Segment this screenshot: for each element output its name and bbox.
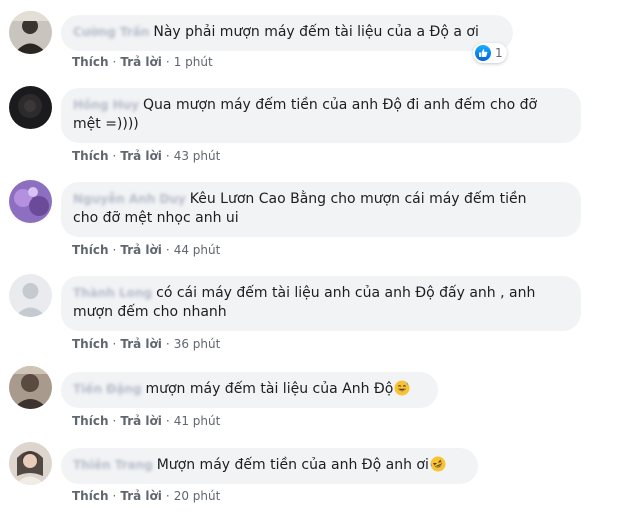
separator-dot: · [165, 337, 170, 351]
comment-text-line-1: Qua mượn máy đếm tiền của anh Độ đi anh … [143, 97, 538, 113]
comment-text: Mượn máy đếm tiền của anh Độ anh ơi [156, 457, 429, 473]
comment-actions: Thích · Trả lời · 20 phút [72, 488, 220, 504]
comment-actions: Thích · Trả lời · 1 phút [72, 54, 213, 70]
comment-author[interactable]: Hồng Huy [73, 96, 139, 115]
like-link[interactable]: Thích [72, 149, 109, 163]
comment-text-line-2: cho đỡ mệt nhọc anh ui [73, 210, 239, 226]
reply-link[interactable]: Trả lời [120, 55, 162, 69]
avatar[interactable] [9, 86, 52, 129]
comment-text-line-1: có cái máy đếm tài liệu anh của anh Độ đ… [156, 285, 536, 301]
separator-dot: · [112, 149, 117, 163]
comment-timestamp[interactable]: 36 phút [174, 337, 221, 351]
comment-text: mượn máy đếm tài liệu của Anh Độ [145, 381, 394, 397]
comment-bubble: Tiến Đặng mượn máy đếm tài liệu của Anh Đ… [61, 372, 438, 408]
separator-dot: · [165, 55, 170, 69]
avatar[interactable] [9, 442, 52, 485]
reaction-count-badge[interactable]: 1 [473, 43, 507, 63]
comment-bubble: Thiên Trang Mượn máy đếm tiền của anh Độ … [61, 448, 478, 484]
like-link[interactable]: Thích [72, 337, 109, 351]
separator-dot: · [112, 414, 117, 428]
separator-dot: · [165, 149, 170, 163]
separator-dot: · [112, 337, 117, 351]
comment-text-line-1: Kêu Lươn Cao Bằng cho mượn cái máy đếm t… [189, 191, 527, 207]
reply-link[interactable]: Trả lời [120, 489, 162, 503]
comment-text-line-2: mệt =)))) [73, 116, 139, 132]
comment-actions: Thích · Trả lời · 41 phút [72, 413, 220, 429]
comment-bubble: Cường Trần Này phải mượn máy đếm tài liệu… [61, 15, 513, 51]
rolling-laughing-emoji-icon [430, 456, 446, 472]
grinning-sweat-emoji-icon [394, 380, 410, 396]
like-link[interactable]: Thích [72, 55, 109, 69]
reply-link[interactable]: Trả lời [120, 337, 162, 351]
like-link[interactable]: Thích [72, 243, 109, 257]
comment-timestamp[interactable]: 41 phút [174, 414, 221, 428]
separator-dot: · [112, 489, 117, 503]
separator-dot: · [112, 243, 117, 257]
avatar[interactable] [9, 11, 52, 54]
comment-author[interactable]: Nguyễn Anh Duy [73, 190, 186, 209]
like-link[interactable]: Thích [72, 489, 109, 503]
comment-timestamp[interactable]: 20 phút [174, 489, 221, 503]
comment-author[interactable]: Thành Long [73, 284, 152, 303]
separator-dot: · [165, 414, 170, 428]
avatar[interactable] [9, 366, 52, 409]
avatar[interactable] [9, 274, 52, 317]
comment-actions: Thích · Trả lời · 44 phút [72, 242, 220, 258]
comment-timestamp[interactable]: 44 phút [174, 243, 221, 257]
comment-bubble: Thành Long có cái máy đếm tài liệu anh củ… [61, 276, 581, 331]
comment-bubble: Nguyễn Anh Duy Kêu Lươn Cao Bằng cho mượn… [61, 182, 581, 237]
comment-text-line-2: mượn đếm cho nhanh [73, 304, 227, 320]
separator-dot: · [112, 55, 117, 69]
reaction-count: 1 [495, 46, 503, 60]
comment-timestamp[interactable]: 43 phút [174, 149, 221, 163]
comment-actions: Thích · Trả lời · 36 phút [72, 336, 220, 352]
comment-author[interactable]: Thiên Trang [73, 456, 153, 475]
like-link[interactable]: Thích [72, 414, 109, 428]
comment-timestamp[interactable]: 1 phút [174, 55, 213, 69]
separator-dot: · [165, 489, 170, 503]
thumbs-up-icon [475, 45, 491, 61]
avatar[interactable] [9, 180, 52, 223]
reply-link[interactable]: Trả lời [120, 149, 162, 163]
comment-author[interactable]: Tiến Đặng [73, 380, 141, 399]
comment-text: Này phải mượn máy đếm tài liệu của a Độ … [153, 24, 479, 40]
comment-author[interactable]: Cường Trần [73, 23, 149, 42]
reply-link[interactable]: Trả lời [120, 243, 162, 257]
reply-link[interactable]: Trả lời [120, 414, 162, 428]
comment-actions: Thích · Trả lời · 43 phút [72, 148, 220, 164]
comment-bubble: Hồng Huy Qua mượn máy đếm tiền của anh Độ… [61, 88, 581, 143]
separator-dot: · [165, 243, 170, 257]
